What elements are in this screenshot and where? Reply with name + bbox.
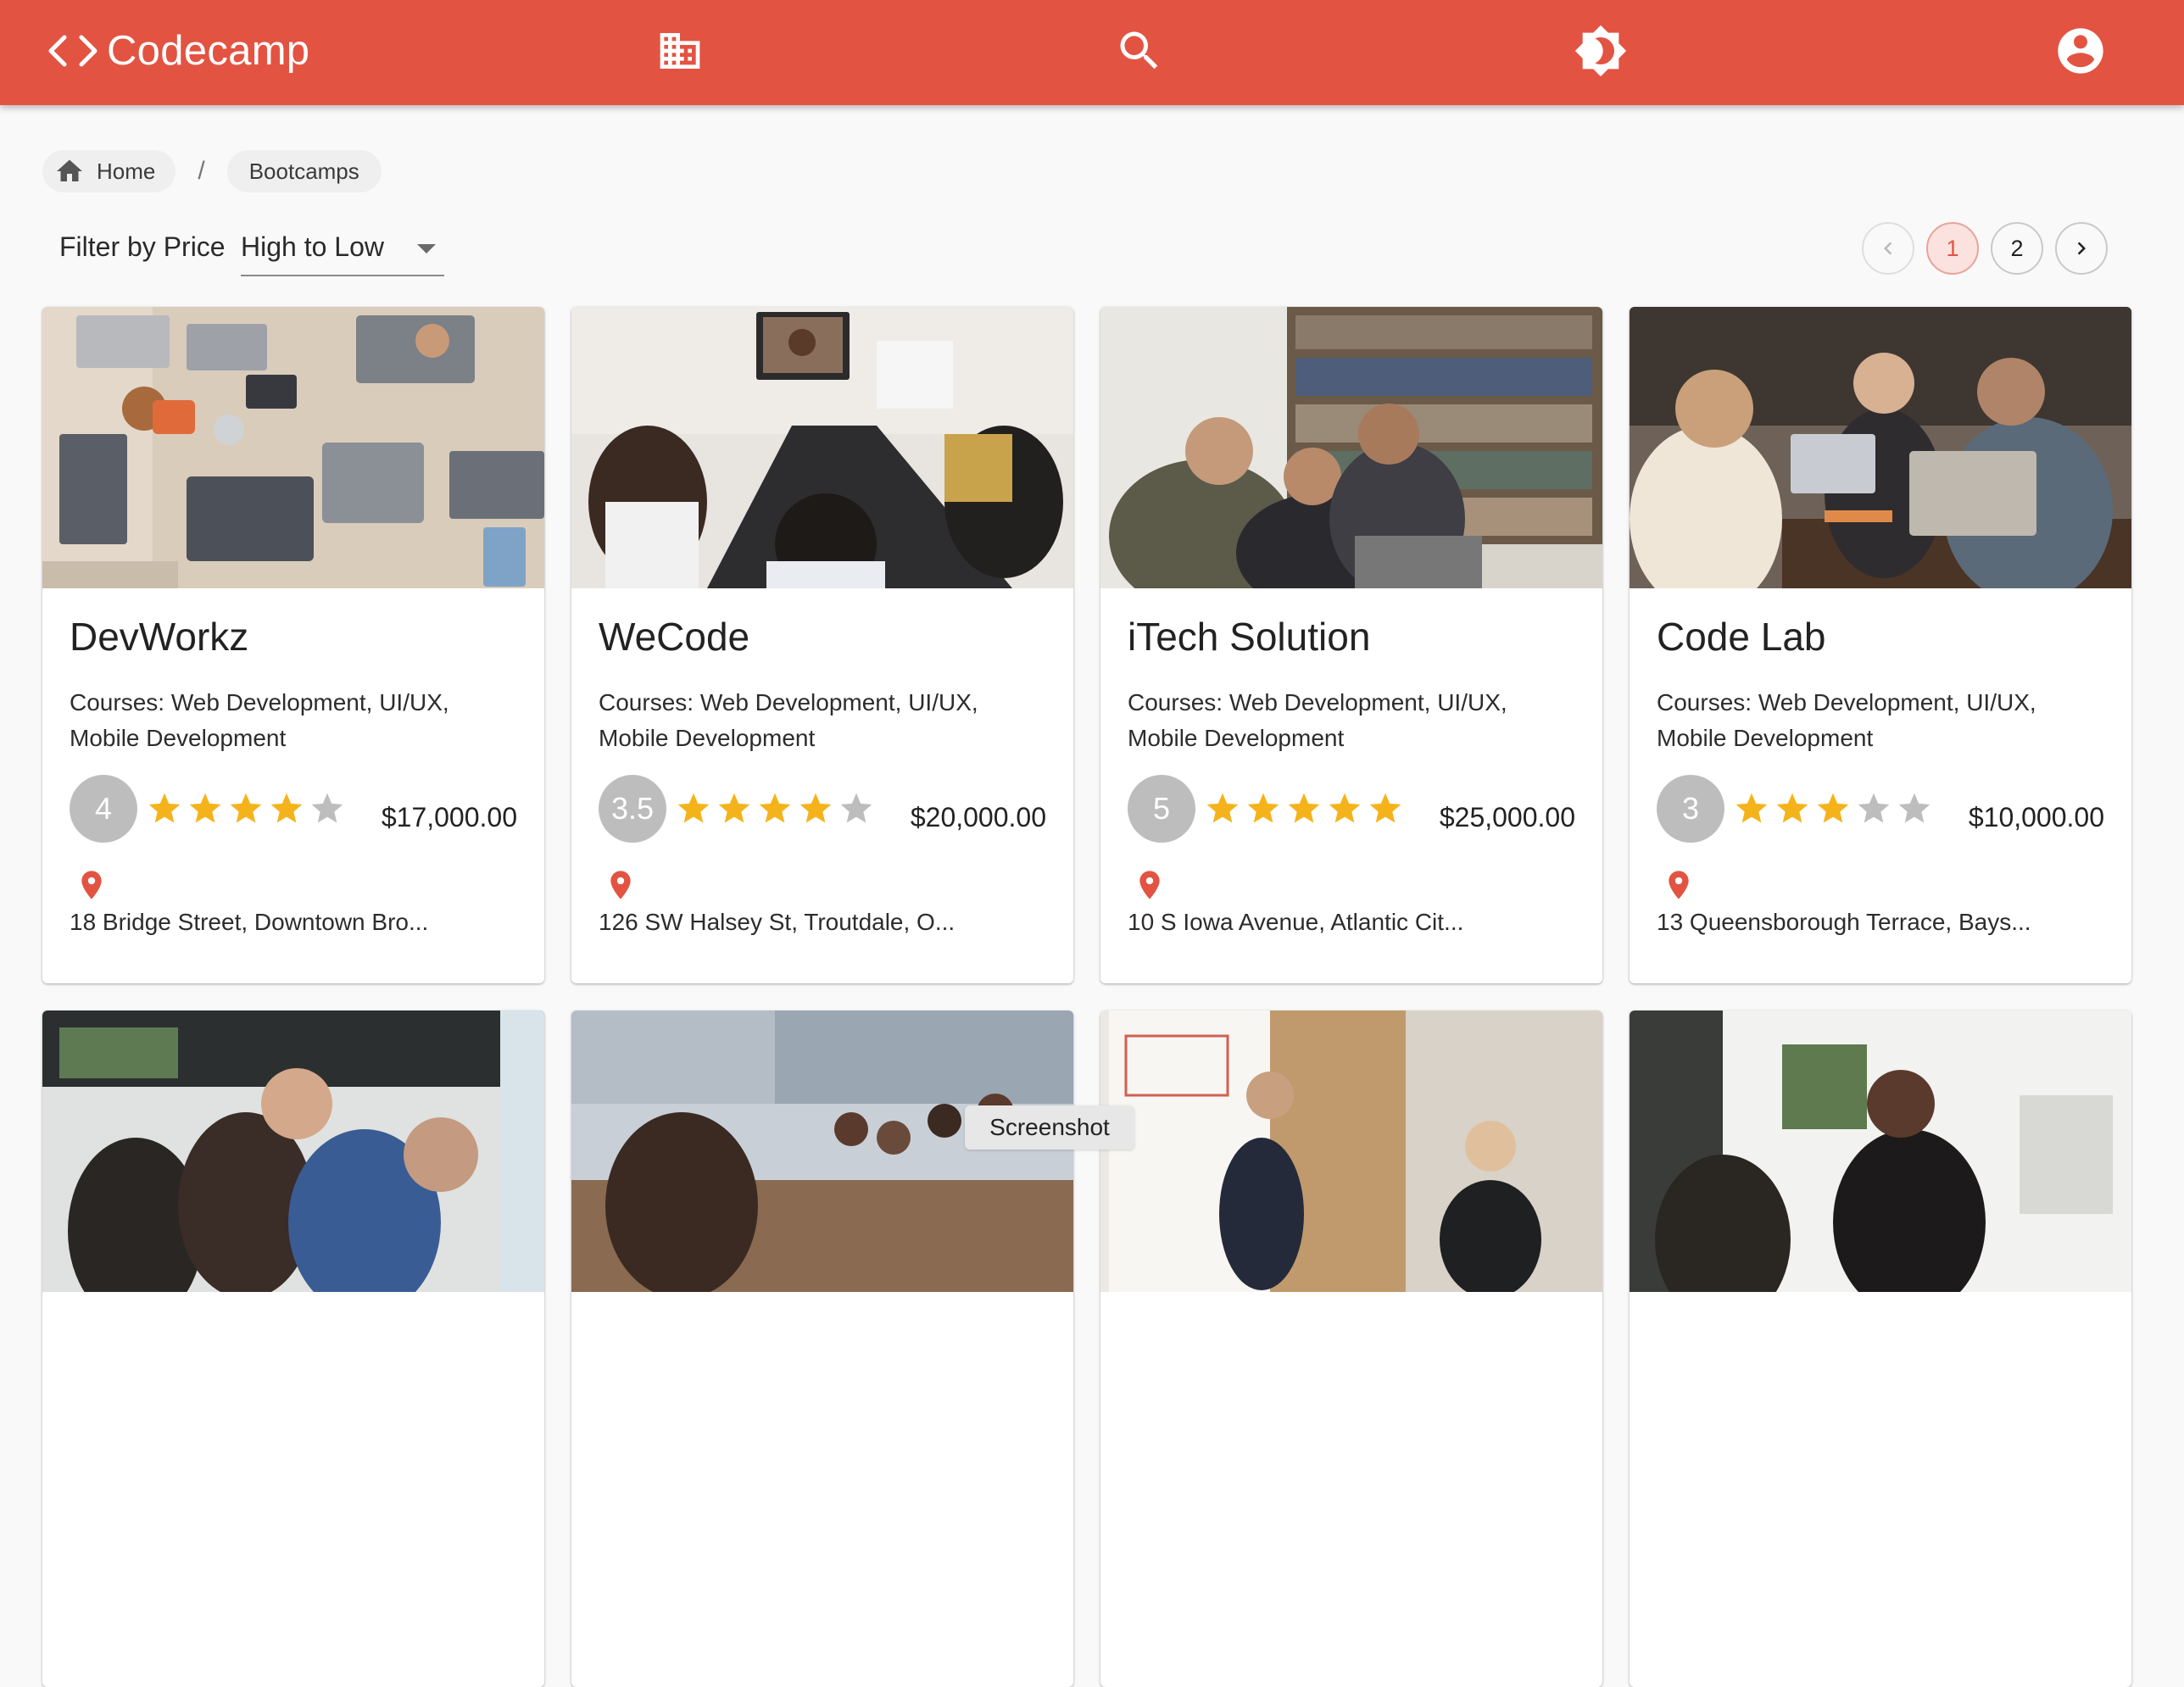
star-filled-icon <box>800 793 832 823</box>
bootcamp-courses: Courses: Web Development, UI/UX, Mobile … <box>599 689 978 751</box>
star-empty-icon <box>1858 793 1890 823</box>
app-bar: Codecamp <box>0 0 2184 105</box>
breadcrumb-home[interactable]: Home <box>42 150 176 192</box>
price-filter-select[interactable]: High to Low <box>241 227 444 276</box>
star-filled-icon <box>230 793 262 823</box>
bootcamp-address: 10 S Iowa Avenue, Atlantic Cit... <box>1128 909 1464 935</box>
theme-toggle-button[interactable] <box>1574 24 1628 78</box>
bootcamp-card[interactable]: DevWorkz Courses: Web Development, UI/UX… <box>42 307 544 983</box>
chevron-left-icon <box>1884 242 1892 255</box>
prev-page-button[interactable] <box>1862 222 1914 275</box>
home-icon <box>57 159 82 181</box>
bootcamp-image <box>1100 1011 1602 1292</box>
bootcamp-image <box>571 307 1073 588</box>
star-filled-icon <box>718 793 750 823</box>
brand-link[interactable]: Codecamp <box>44 24 309 78</box>
account-button[interactable] <box>2053 24 2108 78</box>
dropdown-arrow-icon <box>417 244 436 253</box>
bootcamp-image <box>571 1011 1073 1292</box>
star-filled-icon <box>677 793 710 823</box>
location-pin-icon <box>610 871 631 899</box>
location-pin-icon <box>1139 871 1160 899</box>
search-icon <box>1120 31 1158 70</box>
star-filled-icon <box>1247 793 1279 823</box>
page-button-1[interactable]: 1 <box>1926 222 1979 275</box>
bootcamp-price: $10,000.00 <box>1968 802 2104 832</box>
bootcamp-price: $20,000.00 <box>910 802 1046 832</box>
business-icon <box>660 33 700 69</box>
bootcamp-name: iTech Solution <box>1128 615 1371 659</box>
star-rating <box>1204 790 1407 827</box>
account-circle-icon <box>2058 28 2103 74</box>
bootcamp-address: 13 Queensborough Terrace, Bays... <box>1657 909 2031 935</box>
bootcamp-courses: Courses: Web Development, UI/UX, Mobile … <box>1128 689 1507 751</box>
chevron-right-icon <box>2077 242 2086 255</box>
brand-name: Codecamp <box>107 28 310 74</box>
bootcamp-name: Code Lab <box>1657 615 1826 659</box>
star-filled-icon <box>1288 793 1320 823</box>
star-filled-icon <box>1329 793 1361 823</box>
breadcrumb-home-label: Home <box>97 158 156 184</box>
price-filter-value: High to Low <box>241 231 384 262</box>
star-filled-icon <box>1369 793 1401 823</box>
bootcamp-card[interactable] <box>1630 1011 2131 1687</box>
location-pin-icon <box>81 871 102 899</box>
bootcamp-name: WeCode <box>599 615 750 659</box>
bootcamp-image <box>1630 1011 2131 1292</box>
bootcamp-address: 18 Bridge Street, Downtown Bro... <box>70 909 429 935</box>
bootcamp-image <box>1630 307 2131 588</box>
bootcamp-card[interactable]: WeCode Courses: Web Development, UI/UX, … <box>571 307 1073 983</box>
screenshot-tooltip: Screenshot <box>965 1105 1134 1150</box>
star-filled-icon <box>189 793 221 823</box>
rating-badge: 3.5 <box>599 775 666 843</box>
star-rating <box>675 790 878 827</box>
breadcrumb: Home / Bootcamps <box>42 149 382 193</box>
bootcamp-card[interactable] <box>1100 1011 1602 1687</box>
bootcamp-address: 126 SW Halsey St, Troutdale, O... <box>599 909 956 935</box>
breadcrumb-separator: / <box>198 157 205 185</box>
star-filled-icon <box>1776 793 1808 823</box>
rating-badge: 3 <box>1657 775 1724 843</box>
bootcamp-card[interactable] <box>42 1011 544 1687</box>
code-brackets-icon <box>48 35 98 67</box>
breadcrumb-current-label: Bootcamps <box>248 158 359 184</box>
bootcamp-card[interactable]: Code Lab Courses: Web Development, UI/UX… <box>1630 307 2131 983</box>
star-filled-icon <box>148 793 181 823</box>
brightness-icon <box>1574 25 1627 77</box>
star-filled-icon <box>1206 793 1239 823</box>
next-page-button[interactable] <box>2055 222 2108 275</box>
star-rating <box>1733 790 1936 827</box>
search-button[interactable] <box>1112 24 1167 78</box>
rating-badge: 4 <box>70 775 137 843</box>
rating-badge: 5 <box>1128 775 1195 843</box>
star-filled-icon <box>1736 793 1768 823</box>
bootcamp-courses: Courses: Web Development, UI/UX, Mobile … <box>70 689 449 751</box>
star-empty-icon <box>311 793 343 823</box>
star-empty-icon <box>840 793 872 823</box>
bootcamp-image <box>42 1011 544 1292</box>
page-button-2[interactable]: 2 <box>1991 222 2043 275</box>
location-pin-icon <box>1669 871 1689 899</box>
filter-label: Filter by Price <box>59 231 226 262</box>
star-empty-icon <box>1898 793 1930 823</box>
bootcamp-courses: Courses: Web Development, UI/UX, Mobile … <box>1657 689 2036 751</box>
star-filled-icon <box>1817 793 1849 823</box>
star-filled-icon <box>759 793 791 823</box>
star-rating <box>146 790 349 827</box>
breadcrumb-current[interactable]: Bootcamps <box>226 150 382 192</box>
bootcamp-image <box>1100 307 1602 588</box>
bootcamp-price: $17,000.00 <box>381 802 517 832</box>
bootcamp-name: DevWorkz <box>70 615 249 659</box>
bootcamp-price: $25,000.00 <box>1439 802 1575 832</box>
bootcamp-card[interactable]: iTech Solution Courses: Web Development,… <box>1100 307 1602 983</box>
bootcamps-nav-button[interactable] <box>653 24 707 78</box>
star-filled-icon <box>270 793 303 823</box>
bootcamp-image <box>42 307 544 588</box>
